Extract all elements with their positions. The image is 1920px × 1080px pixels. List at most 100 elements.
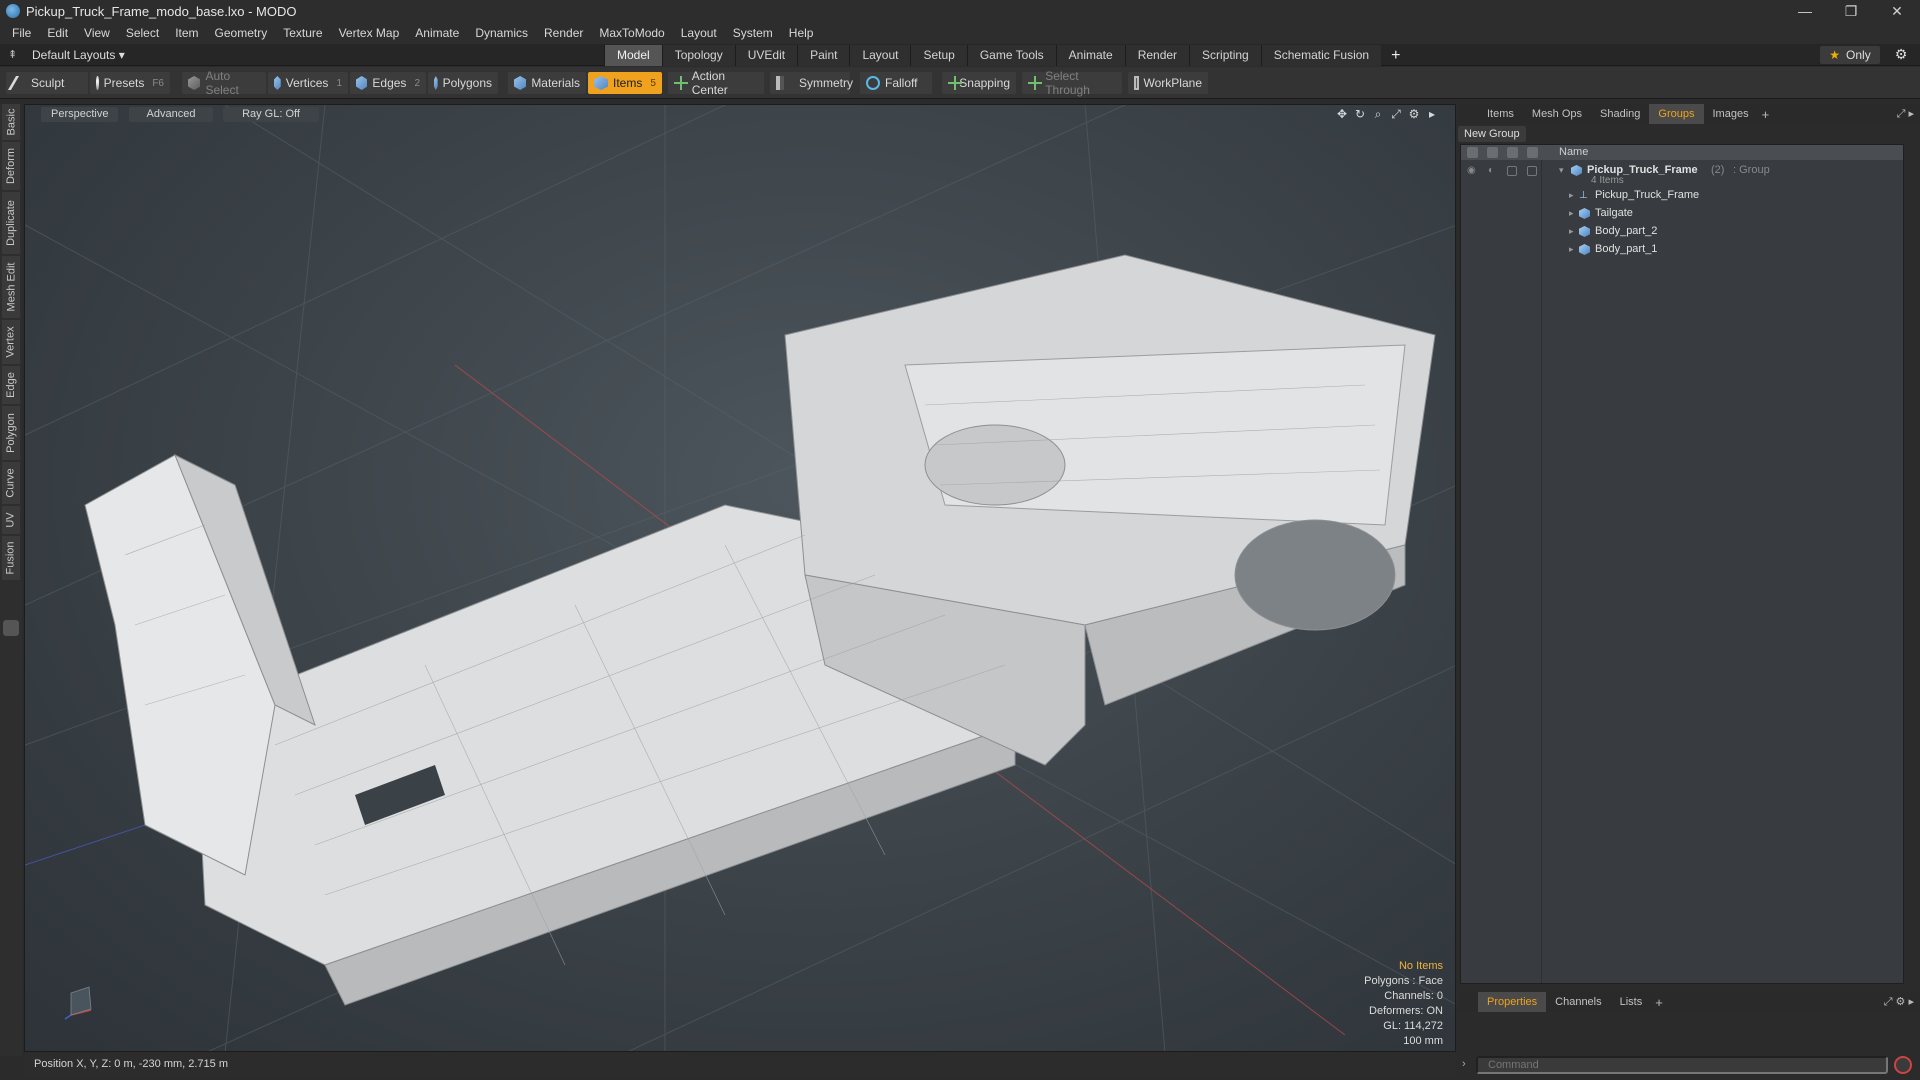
panel-expand-icon[interactable]: ⤢ ▸ <box>1897 107 1914 121</box>
menu-geometry[interactable]: Geometry <box>207 22 276 44</box>
tab-shading[interactable]: Shading <box>1591 104 1649 124</box>
tab-basic[interactable]: Basic <box>2 104 20 140</box>
menu-file[interactable]: File <box>4 22 39 44</box>
tab-duplicate[interactable]: Duplicate <box>2 192 20 254</box>
name-column-header[interactable]: Name <box>1559 146 1588 158</box>
menu-vertex-map[interactable]: Vertex Map <box>331 22 408 44</box>
tab-curve[interactable]: Curve <box>2 462 20 504</box>
collapse-arrow-icon[interactable]: ▾ <box>1559 165 1564 176</box>
tab-images[interactable]: Images <box>1704 104 1758 124</box>
menu-item[interactable]: Item <box>167 22 206 44</box>
symmetry-button[interactable]: Symmetry <box>770 72 853 94</box>
new-group-button[interactable]: New Group <box>1458 126 1526 142</box>
materials-button[interactable]: Materials <box>508 72 586 94</box>
add-panel-tab-button[interactable]: + <box>1758 107 1774 122</box>
properties-expand-icon[interactable]: ⤢ ⚙ ▸ <box>1884 995 1914 1009</box>
sculpt-button[interactable]: Sculpt <box>6 72 88 94</box>
list-item[interactable]: ▸ Tailgate <box>1461 205 1903 223</box>
eye-icon[interactable]: ◉ <box>1467 165 1478 176</box>
gear-icon[interactable]: ⚙ <box>1892 46 1910 64</box>
menu-dynamics[interactable]: Dynamics <box>467 22 536 44</box>
tab-groups[interactable]: Groups <box>1649 104 1704 124</box>
command-history-icon[interactable]: › <box>1462 1058 1466 1070</box>
menu-help[interactable]: Help <box>781 22 822 44</box>
zoom-icon[interactable]: ⌕ <box>1371 107 1385 121</box>
tab-topology[interactable]: Topology <box>661 45 735 66</box>
expand-arrow-icon[interactable]: ▸ <box>1569 226 1574 237</box>
menu-texture[interactable]: Texture <box>275 22 330 44</box>
lock-checkbox[interactable] <box>1507 166 1517 176</box>
tab-scripting[interactable]: Scripting <box>1189 45 1261 66</box>
tab-lists[interactable]: Lists <box>1611 992 1652 1012</box>
tab-vertex[interactable]: Vertex <box>2 320 20 364</box>
expand-arrow-icon[interactable]: ▸ <box>1569 190 1574 201</box>
polygons-button[interactable]: Polygons <box>428 72 498 94</box>
tab-setup[interactable]: Setup <box>910 45 967 66</box>
tab-deform[interactable]: Deform <box>2 142 20 190</box>
lock-header-icon[interactable] <box>1507 147 1518 158</box>
render-header-icon[interactable] <box>1487 147 1498 158</box>
tab-fusion[interactable]: Fusion <box>2 536 20 580</box>
minimize-button[interactable]: — <box>1782 0 1828 22</box>
falloff-button[interactable]: Falloff <box>860 72 932 94</box>
tab-mesh-ops[interactable]: Mesh Ops <box>1523 104 1591 124</box>
tab-mesh-edit[interactable]: Mesh Edit <box>2 256 20 318</box>
raygl-toggle[interactable]: Ray GL: Off <box>223 107 319 122</box>
default-layouts-dropdown[interactable]: Default Layouts ▾ <box>32 44 125 66</box>
menu-animate[interactable]: Animate <box>407 22 467 44</box>
menu-select[interactable]: Select <box>118 22 167 44</box>
select-checkbox[interactable] <box>1527 166 1537 176</box>
workplane-button[interactable]: WorkPlane <box>1128 72 1208 94</box>
only-toggle[interactable]: ★ Only <box>1820 46 1880 64</box>
tab-layout[interactable]: Layout <box>849 45 911 66</box>
edges-button[interactable]: Edges 2 <box>350 72 426 94</box>
menu-maxtomodo[interactable]: MaxToModo <box>591 22 672 44</box>
action-center-button[interactable]: Action Center <box>668 69 764 97</box>
add-properties-tab-button[interactable]: + <box>1651 995 1667 1010</box>
toolbox-toggle-button[interactable] <box>3 620 19 636</box>
menu-render[interactable]: Render <box>536 22 591 44</box>
tab-model[interactable]: Model <box>604 45 662 66</box>
tab-render[interactable]: Render <box>1124 45 1190 66</box>
tab-polygon[interactable]: Polygon <box>2 406 20 460</box>
list-item[interactable]: ▸ ⊥ Pickup_Truck_Frame <box>1461 187 1903 205</box>
tab-schematic-fusion[interactable]: Schematic Fusion <box>1260 45 1382 66</box>
maximize-button[interactable]: ❐ <box>1828 0 1874 22</box>
list-item[interactable]: ▸ Body_part_1 <box>1461 241 1903 259</box>
tab-channels[interactable]: Channels <box>1546 992 1610 1012</box>
tab-uvedit[interactable]: UVEdit <box>734 45 798 66</box>
render-icon[interactable]: ◐ <box>1488 165 1499 176</box>
snapping-button[interactable]: Snapping <box>942 72 1016 94</box>
menu-system[interactable]: System <box>725 22 781 44</box>
menu-view[interactable]: View <box>76 22 118 44</box>
tab-properties[interactable]: Properties <box>1478 992 1547 1012</box>
select-header-icon[interactable] <box>1527 147 1538 158</box>
list-item[interactable]: ▸ Body_part_2 <box>1461 223 1903 241</box>
tab-game-tools[interactable]: Game Tools <box>966 45 1056 66</box>
group-row[interactable]: ◉ ◐ ▾ Pickup_Truck_Frame (2) : Group 4 I… <box>1461 162 1903 186</box>
menu-edit[interactable]: Edit <box>39 22 76 44</box>
pan-icon[interactable]: ✥ <box>1335 107 1349 121</box>
fit-icon[interactable]: ⤢ <box>1389 107 1403 121</box>
tab-edge[interactable]: Edge <box>2 366 20 404</box>
select-through-button[interactable]: Select Through <box>1022 69 1122 97</box>
close-button[interactable]: ✕ <box>1874 0 1920 22</box>
tab-animate[interactable]: Animate <box>1055 45 1125 66</box>
tab-paint[interactable]: Paint <box>797 45 850 66</box>
tab-items[interactable]: Items <box>1478 104 1523 124</box>
view-perspective-dropdown[interactable]: Perspective <box>41 107 119 122</box>
command-run-button[interactable] <box>1894 1056 1912 1074</box>
layout-switch-icon[interactable]: ⇞ <box>8 48 20 62</box>
viewport-menu-icon[interactable]: ▸ <box>1425 107 1439 121</box>
rotate-icon[interactable]: ↻ <box>1353 107 1367 121</box>
auto-select-button[interactable]: Auto Select <box>182 69 266 97</box>
add-tab-button[interactable]: + <box>1381 45 1410 66</box>
viewport-settings-icon[interactable]: ⚙ <box>1407 107 1421 121</box>
vertices-button[interactable]: Vertices 1 <box>268 72 348 94</box>
tab-uv[interactable]: UV <box>2 506 20 534</box>
3d-viewport[interactable]: Perspective Advanced Ray GL: Off ✥ ↻ ⌕ ⤢… <box>24 104 1456 1052</box>
expand-arrow-icon[interactable]: ▸ <box>1569 244 1574 255</box>
menu-layout[interactable]: Layout <box>673 22 725 44</box>
presets-button[interactable]: Presets F6 <box>90 72 170 94</box>
items-button[interactable]: Items 5 <box>588 72 662 94</box>
